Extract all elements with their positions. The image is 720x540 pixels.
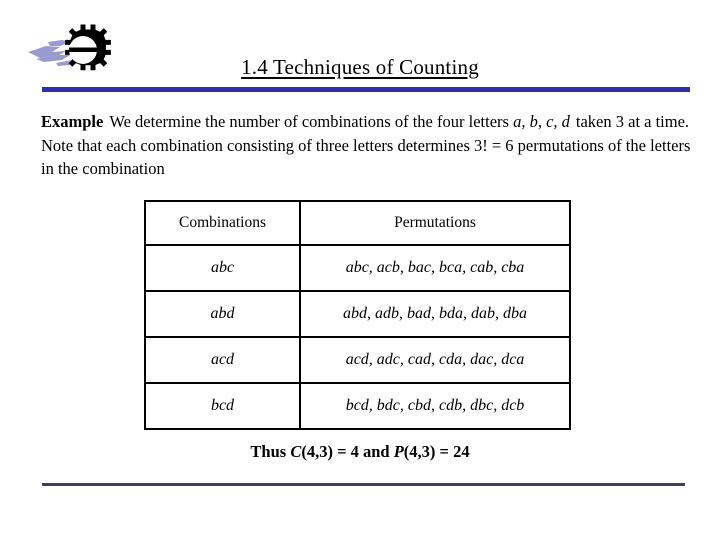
slide-canvas: 1.4 Techniques of Counting Example We det…	[0, 0, 720, 540]
cell-permutations: acd, adc, cad, cda, dac, dca	[299, 336, 571, 384]
table-row: abd abd, adb, bad, bda, dab, dba	[144, 290, 571, 338]
column-header-permutations: Permutations	[299, 200, 571, 246]
gear-bar	[69, 47, 97, 52]
conclusion-prefix: Thus	[250, 442, 291, 461]
conclusion-text: Thus C(4,3) = 4 and P(4,3) = 24	[0, 442, 720, 462]
combinations-table: Combinations Permutations abc abc, acb, …	[144, 200, 571, 430]
page-title: 1.4 Techniques of Counting	[0, 54, 720, 80]
example-letters-line1: a, b, c,	[513, 112, 558, 131]
conclusion-p-args: (4,3) = 24	[403, 442, 470, 461]
conclusion-c-args: (4,3) = 4 and	[301, 442, 394, 461]
example-text-part1: We determine the number of combinations …	[109, 112, 514, 131]
cell-combination: acd	[144, 336, 301, 384]
example-paragraph: Example We determine the number of combin…	[41, 110, 691, 181]
cell-permutations: bcd, bdc, cbd, cdb, dbc, dcb	[299, 382, 571, 430]
cell-combination: bcd	[144, 382, 301, 430]
table-header-row: Combinations Permutations	[144, 200, 571, 246]
cell-combination: abd	[144, 290, 301, 338]
conclusion-p-symbol: P	[393, 442, 404, 461]
table-row: acd acd, adc, cad, cda, dac, dca	[144, 336, 571, 384]
table-row: bcd bcd, bdc, cbd, cdb, dbc, dcb	[144, 382, 571, 430]
example-letters-line2: d	[561, 112, 570, 131]
cell-combination: abc	[144, 244, 301, 292]
title-divider-top	[42, 87, 690, 92]
conclusion-c-symbol: C	[290, 442, 302, 461]
combinations-table-wrapper: Combinations Permutations abc abc, acb, …	[144, 200, 571, 430]
cell-permutations: abd, adb, bad, bda, dab, dba	[299, 290, 571, 338]
column-header-combinations: Combinations	[144, 200, 301, 246]
page-title-text: 1.4 Techniques of Counting	[241, 55, 479, 79]
cell-permutations: abc, acb, bac, bca, cab, cba	[299, 244, 571, 292]
table-row: abc abc, acb, bac, bca, cab, cba	[144, 244, 571, 292]
example-label: Example	[41, 112, 104, 131]
footer-divider-bottom	[42, 483, 685, 486]
